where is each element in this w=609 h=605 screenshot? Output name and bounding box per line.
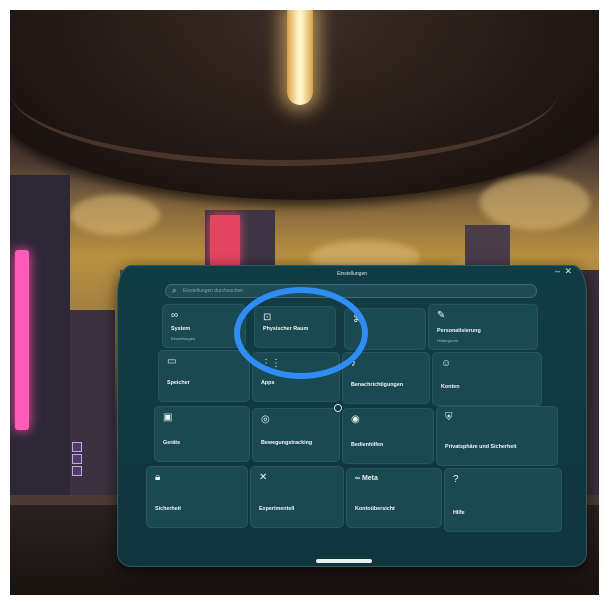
storage-icon: ▭: [167, 356, 177, 367]
tile-title: Hilfe: [453, 510, 465, 516]
tile-title: System: [171, 326, 191, 332]
tile-personalization[interactable]: ✎ Personalisierung Hintergrund: [428, 304, 538, 350]
panel-center-handle[interactable]: [334, 404, 342, 412]
tile-title: Kontoübersicht: [355, 506, 395, 512]
accessibility-icon: ◉: [351, 414, 360, 425]
meta-logo-text: Meta: [361, 475, 378, 482]
meta-logo: ∞ Meta: [355, 475, 378, 482]
highlight-circle-annotation: [234, 287, 368, 379]
close-icon[interactable]: ✕: [564, 266, 572, 277]
tile-title: Konten: [441, 384, 460, 390]
tracking-icon: ◎: [261, 414, 270, 425]
left-wall-buttons: [72, 442, 112, 486]
wall-button: [72, 466, 82, 476]
tile-help[interactable]: ? Hilfe: [444, 468, 562, 532]
tile-experimental[interactable]: ✕ Experimentell: [250, 466, 344, 528]
wall-button: [72, 454, 82, 464]
controller-icon: ▣: [163, 412, 173, 423]
tile-devices[interactable]: ▣ Geräte: [154, 406, 250, 462]
ceiling-ring: [10, 40, 559, 166]
accounts-icon: ☺: [441, 358, 452, 369]
brush-icon: ✎: [437, 310, 446, 321]
help-icon: ?: [453, 474, 459, 485]
neon-sign: [15, 250, 29, 430]
tile-title: Privatsphäre und Sicherheit: [445, 444, 517, 450]
tile-safety[interactable]: 🔒︎ Sicherheit: [146, 466, 248, 528]
search-input[interactable]: ⌕ Einstellungen durchsuchen: [165, 284, 537, 298]
shield-icon: ⛨: [445, 412, 453, 423]
tile-account-center[interactable]: ∞ Meta Kontoübersicht: [346, 468, 442, 528]
tile-movement-tracking[interactable]: ◎ Bewegungstracking: [252, 408, 340, 462]
tile-subtitle: Hintergrund: [437, 338, 458, 343]
experimental-icon: ✕: [259, 472, 268, 483]
tile-title: Benachrichtigungen: [351, 382, 404, 388]
tile-accessibility[interactable]: ◉ Bedienhilfen: [342, 408, 434, 464]
tile-subtitle: Einstellungen: [171, 336, 196, 341]
tile-title: Geräte: [163, 440, 181, 446]
panel-title: Einstellungen: [336, 271, 368, 277]
tile-title: Sicherheit: [155, 506, 182, 512]
cloud: [70, 195, 160, 235]
ceiling-lamp: [287, 10, 313, 105]
tile-title: Personalisierung: [437, 328, 481, 334]
tile-title: Apps: [261, 380, 275, 386]
wall-button: [72, 442, 82, 452]
lock-icon: 🔒︎: [155, 472, 161, 483]
tile-privacy-security[interactable]: ⛨ Privatsphäre und Sicherheit: [436, 406, 558, 466]
cloud: [480, 175, 590, 230]
panel-drag-bar[interactable]: [316, 559, 372, 563]
tile-system[interactable]: ∞ System Einstellungen: [162, 304, 246, 348]
minimize-icon[interactable]: –: [555, 266, 560, 276]
tile-title: Experimentell: [259, 506, 295, 512]
tile-title: Bedienhilfen: [351, 442, 384, 448]
neon-billboard: [210, 215, 240, 265]
search-icon: ⌕: [172, 286, 177, 295]
search-placeholder: Einstellungen durchsuchen: [183, 288, 244, 294]
tile-title: Speicher: [167, 380, 190, 386]
tile-accounts[interactable]: ☺ Konten: [432, 352, 542, 406]
tile-title: Bewegungstracking: [261, 440, 313, 446]
tile-storage[interactable]: ▭ Speicher: [158, 350, 250, 402]
infinity-icon: ∞: [171, 310, 179, 321]
